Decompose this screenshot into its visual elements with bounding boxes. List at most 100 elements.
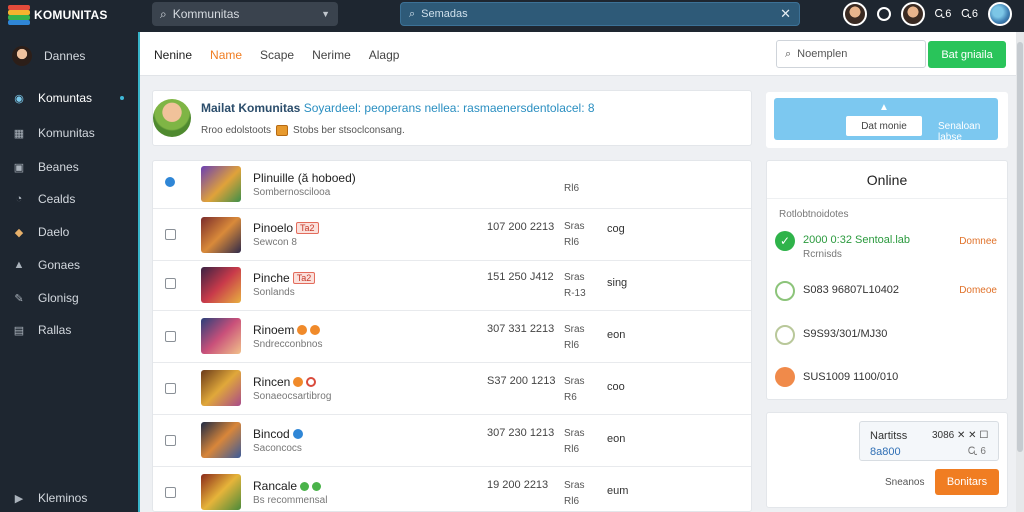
play-icon: ▶: [14, 492, 24, 505]
sidebar-item-cealds[interactable]: ◔ Cealds: [0, 185, 138, 213]
tab-nenine[interactable]: Nenine: [154, 48, 192, 62]
tab-bar: Nenine Name Scape Nerime Alagp: [154, 48, 399, 62]
row-checkbox[interactable]: [165, 229, 176, 240]
logo-text: KOMUNITAS: [34, 8, 108, 22]
game-thumbnail: [201, 217, 241, 253]
clear-search-icon[interactable]: ✕: [780, 6, 791, 22]
row-numbers: 307 331 2213: [487, 323, 555, 335]
summary-label-a: Nartitss: [870, 430, 908, 442]
row-checkbox[interactable]: [165, 487, 176, 498]
notice-avatar: [153, 99, 191, 137]
sidebar-item-daelo[interactable]: ◆ Daelo: [0, 218, 138, 246]
profile-avatar: [12, 46, 32, 66]
message-count[interactable]: Ꮹ6: [961, 8, 978, 21]
online-subtitle: Rotlobtnoidotes: [779, 209, 849, 220]
sidebar-item-label: Rallas: [38, 323, 72, 337]
sidebar-item-label: Daelo: [38, 225, 70, 239]
tab-nerime[interactable]: Nerime: [312, 48, 351, 62]
row-col4: eon: [607, 329, 626, 341]
sidebar-item-label: Gonaes: [38, 258, 81, 272]
friend-avatar[interactable]: [900, 2, 925, 26]
table-row[interactable]: Bincod Saconcocs 307 230 1213 Sras Rl6 e…: [153, 415, 751, 467]
row-radio[interactable]: [165, 177, 175, 187]
promo-button[interactable]: Dat monie: [846, 116, 922, 136]
tab-scape[interactable]: Scape: [260, 48, 294, 62]
online-item[interactable]: S9S93/301/MJ30: [775, 325, 999, 347]
status-dot-icon: [310, 325, 321, 335]
green-check-icon: ✓: [775, 231, 795, 251]
table-row[interactable]: Plinuille (ă hoboed) Sombernoscilooa Rl6: [153, 161, 751, 209]
globe-avatar-icon[interactable]: [988, 2, 1012, 26]
row-sub: Saconcocs: [253, 443, 302, 454]
online-item-text: 2000 0:32 Sentoal.lab: [803, 234, 911, 246]
online-item[interactable]: S083 96807L10402 Domeoe: [775, 281, 999, 303]
summary-button[interactable]: Bonitars: [935, 469, 999, 495]
user-avatar[interactable]: [842, 2, 867, 26]
app-logo[interactable]: KOMUNITAS: [8, 5, 108, 25]
row-badge: Ta2: [296, 222, 319, 234]
status-dot-icon: [300, 481, 310, 491]
search-icon: ⌕: [785, 47, 792, 60]
sidebar-item-rallas[interactable]: ▤ Rallas: [0, 316, 138, 344]
sidebar-item-kleminos[interactable]: ▶ Kleminos: [0, 484, 138, 512]
row-col4: eum: [607, 485, 629, 497]
row-badge: Ta2: [292, 272, 316, 284]
global-search-input[interactable]: ⌕ Semadas ✕: [400, 2, 800, 26]
row-col3b: Rl6: [564, 444, 580, 455]
notice-title-bold: Mailat Komunitas: [201, 101, 301, 115]
table-row[interactable]: Pinoelo Ta2 Sewcon 8 107 200 2213 Sras Rl…: [153, 209, 751, 261]
orange-dot-icon: [775, 367, 795, 387]
online-item-action[interactable]: Domeoe: [959, 285, 997, 296]
sidebar-item-label: Komuntas: [38, 91, 93, 105]
online-item[interactable]: SUS1009 1100/010: [775, 367, 999, 389]
promo-link[interactable]: Senaloan labse: [938, 121, 998, 143]
community-selector[interactable]: ⌕ Kommunitas ▼: [152, 2, 338, 26]
table-row[interactable]: Pinche Ta2 Sonlands 151 250 J412 Sras R-1…: [153, 261, 751, 311]
tab-name[interactable]: Name: [210, 48, 242, 62]
table-row[interactable]: Rancale Bs recommensal 19 200 2213 Sras …: [153, 467, 751, 511]
tab-alagp[interactable]: Alagp: [369, 48, 400, 62]
row-checkbox[interactable]: [165, 435, 176, 446]
primary-action-button[interactable]: Bat gniaila: [928, 41, 1006, 68]
row-col3a: Sras: [564, 376, 585, 387]
globe-icon: ◉: [14, 92, 24, 105]
row-name: Pinche Ta2: [253, 271, 316, 285]
row-col4: eon: [607, 433, 626, 445]
row-sub: Bs recommensal: [253, 495, 328, 506]
row-checkbox[interactable]: [165, 278, 176, 289]
summary-panel: Nartitss 8a800 3086 ✕ ✕ ☐ Ꮹ 6 Sneanos Bo…: [766, 412, 1008, 508]
logo-icon: [8, 5, 30, 25]
notice-subtitle: Rroo edolstoots Stobs ber stsoclconsang.: [201, 125, 405, 136]
sidebar-item-glonisg[interactable]: ✎ Glonisg: [0, 284, 138, 312]
sidebar-item-komunitas[interactable]: ▦ Komunitas: [0, 119, 138, 147]
tag-icon: ◆: [14, 226, 24, 239]
online-item-sub: Rcrnisds: [803, 249, 842, 260]
row-checkbox[interactable]: [165, 331, 176, 342]
summary-label-c: 3086 ✕ ✕ ☐: [932, 430, 989, 441]
page-scrollbar[interactable]: [1016, 32, 1024, 512]
sidebar-item-gonaes[interactable]: ▲ Gonaes: [0, 251, 138, 279]
scrollbar-thumb[interactable]: [1017, 42, 1023, 452]
online-item-text: SUS1009 1100/010: [803, 371, 899, 383]
status-icon[interactable]: [876, 7, 891, 21]
notification-count[interactable]: Ꮹ6: [935, 8, 952, 21]
community-selector-label: Kommunitas: [172, 7, 240, 21]
row-checkbox[interactable]: [165, 383, 176, 394]
list-search-placeholder: Noemplen: [797, 48, 848, 60]
table-row[interactable]: Rinoem Sndrecconbnos 307 331 2213 Sras R…: [153, 311, 751, 363]
online-item-action[interactable]: Domnee: [959, 236, 997, 247]
status-dot-icon: [312, 481, 322, 491]
chevron-down-icon: ▼: [321, 9, 330, 19]
row-numbers: S37 200 1213: [487, 375, 556, 387]
summary-value-d: Ꮹ 6: [968, 446, 986, 457]
sidebar-item-profile[interactable]: Dannes: [0, 42, 138, 70]
table-row[interactable]: Rincen Sonaeocsartibrog S37 200 1213 Sra…: [153, 363, 751, 415]
row-col3b: Rl6: [564, 496, 580, 507]
sidebar-item-beanes[interactable]: ▣ Beanes: [0, 153, 138, 181]
list-search-input[interactable]: ⌕ Noemplen: [776, 40, 926, 68]
wrench-icon: ✎: [14, 292, 24, 305]
row-name: Rinoem: [253, 323, 321, 337]
sidebar-item-communities[interactable]: ◉ Komuntas: [0, 84, 138, 112]
online-panel: Online Rotlobtnoidotes ✓ 2000 0:32 Sento…: [766, 160, 1008, 400]
online-item[interactable]: ✓ 2000 0:32 Sentoal.lab Rcrnisds Domnee: [775, 231, 999, 265]
